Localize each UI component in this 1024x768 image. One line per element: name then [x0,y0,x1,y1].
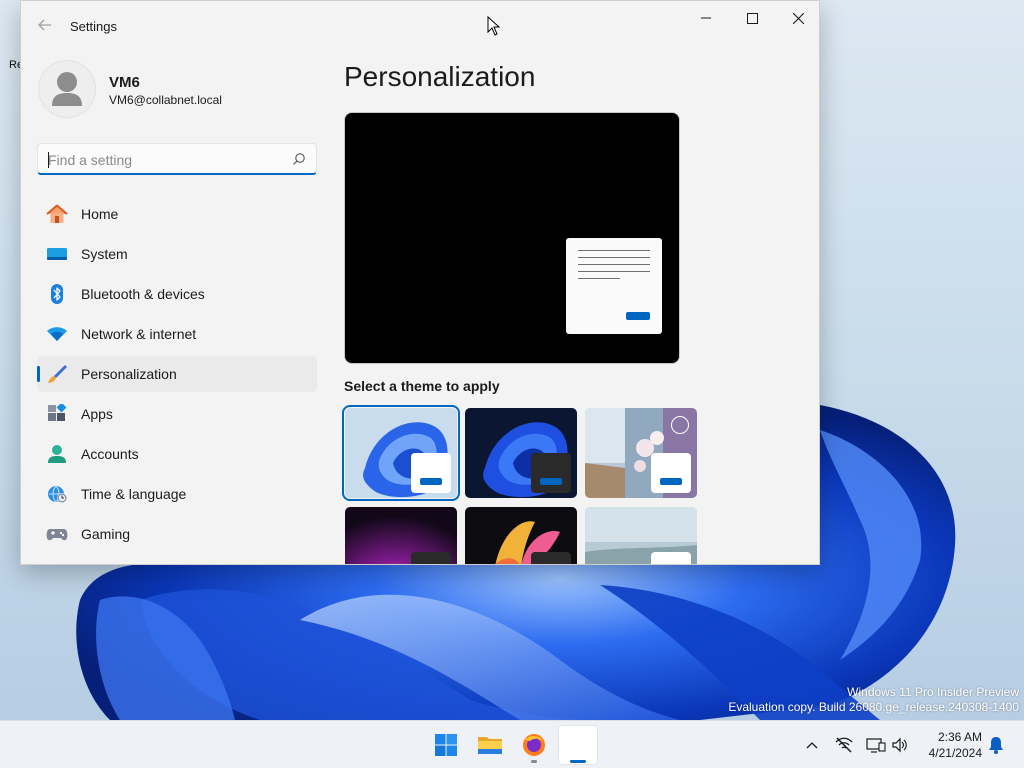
volume-icon [892,737,907,753]
accounts-icon [46,444,68,464]
preview-text-line [578,250,650,251]
theme-preview-badge [651,453,691,493]
sidebar-item-label: Network & internet [81,326,197,342]
settings-window: Settings VM6 VM6@collabnet.local Find a … [20,0,820,565]
preview-text-line [578,278,620,279]
theme-tile-glow[interactable] [345,507,457,564]
title-bar[interactable]: Settings [21,1,819,49]
search-icon[interactable] [292,152,306,166]
theme-preview-badge [531,552,571,564]
network-off-icon [835,737,853,753]
sidebar-item-bluetooth[interactable]: Bluetooth & devices [37,276,317,312]
sidebar-item-label: Time & language [81,486,187,502]
firefox-icon [523,734,545,756]
show-hidden-icons-button[interactable] [802,735,822,755]
search-input[interactable] [48,151,278,169]
gamepad-icon [46,524,68,544]
preview-accent-button [626,312,650,320]
windows-watermark: Windows 11 Pro Insider Preview Evaluatio… [728,685,1019,715]
chevron-up-icon [806,742,818,749]
notification-bell-icon [989,737,1003,754]
taskbar-settings[interactable] [558,725,598,765]
close-button[interactable] [775,1,819,35]
settings-app-icon [570,737,586,753]
theme-preview [344,112,680,364]
file-explorer-icon [478,737,502,754]
taskbar-firefox[interactable] [514,725,554,765]
theme-tile-windows-light[interactable] [342,405,460,501]
user-email: VM6@collabnet.local [109,93,222,107]
start-button[interactable] [426,725,466,765]
maximize-button[interactable] [729,1,775,35]
watermark-line-1: Windows 11 Pro Insider Preview [847,685,1019,699]
network-status-button[interactable] [834,735,854,755]
back-button[interactable] [33,13,57,37]
themes-section-label: Select a theme to apply [344,378,500,394]
sidebar-item-label: Apps [81,406,113,422]
theme-preview-badge [411,552,451,564]
mouse-cursor-icon [487,16,501,36]
taskbar-file-explorer[interactable] [470,725,510,765]
taskbar: 2:36 AM 4/21/2024 [0,720,1024,768]
watermark-line-2: Evaluation copy. Build 26080.ge_release.… [728,700,1019,714]
back-arrow-icon [38,19,51,31]
start-icon [435,734,457,756]
sidebar-item-label: Bluetooth & devices [81,286,205,302]
running-indicator [531,760,537,763]
theme-preview-badge [531,453,571,493]
brush-icon [46,364,68,384]
window-title: Settings [70,19,117,34]
theme-preview-badge [651,552,691,564]
spotlight-camera-icon [671,416,689,434]
sidebar-item-time-language[interactable]: Time & language [37,476,317,512]
preview-text-line [578,264,650,265]
sidebar-item-label: Personalization [81,366,177,382]
user-name: VM6 [109,74,140,91]
wifi-icon [46,324,68,344]
system-icon [46,244,68,264]
page-title: Personalization [344,61,536,92]
sidebar-item-label: Accounts [81,446,139,462]
sidebar-item-system[interactable]: System [37,236,317,272]
display-icon [866,738,886,753]
text-caret [48,152,49,168]
sidebar-item-label: System [81,246,128,262]
home-icon [46,204,68,224]
clock-time: 2:36 AM [937,730,982,744]
minimize-button[interactable] [683,1,729,35]
bluetooth-icon [46,284,68,304]
volume-button[interactable] [890,735,910,755]
sidebar-item-apps[interactable]: Apps [37,396,317,432]
notification-center-button[interactable] [986,735,1006,755]
apps-icon [46,404,68,424]
sidebar-item-network[interactable]: Network & internet [37,316,317,352]
sidebar-nav: Home System Bluetooth & devices Network … [37,196,317,556]
globe-clock-icon [46,484,68,504]
theme-tile-flow[interactable] [585,507,697,564]
taskbar-clock[interactable]: 2:36 AM 4/21/2024 [912,729,982,761]
search-box[interactable] [37,143,317,175]
preview-text-line [578,257,650,258]
maximize-icon [746,12,758,24]
sidebar-item-label: Home [81,206,119,222]
sidebar-item-gaming[interactable]: Gaming [37,516,317,552]
preview-text-line [578,271,650,272]
preview-window-card [566,238,662,334]
theme-tile-spotlight[interactable] [585,408,697,498]
display-tray-button[interactable] [866,735,886,755]
minimize-icon [701,17,711,19]
sidebar-item-personalization[interactable]: Personalization [37,356,317,392]
clock-date: 4/21/2024 [928,746,982,760]
running-indicator [570,760,586,763]
theme-tile-captured-motion[interactable] [465,507,577,564]
close-icon [792,12,804,24]
theme-tile-windows-dark[interactable] [465,408,577,498]
avatar[interactable] [38,60,96,118]
sidebar-item-home[interactable]: Home [37,196,317,232]
user-avatar-icon [52,72,82,106]
sidebar-item-label: Gaming [81,526,131,542]
sidebar-item-accounts[interactable]: Accounts [37,436,317,472]
theme-preview-badge [411,453,451,493]
